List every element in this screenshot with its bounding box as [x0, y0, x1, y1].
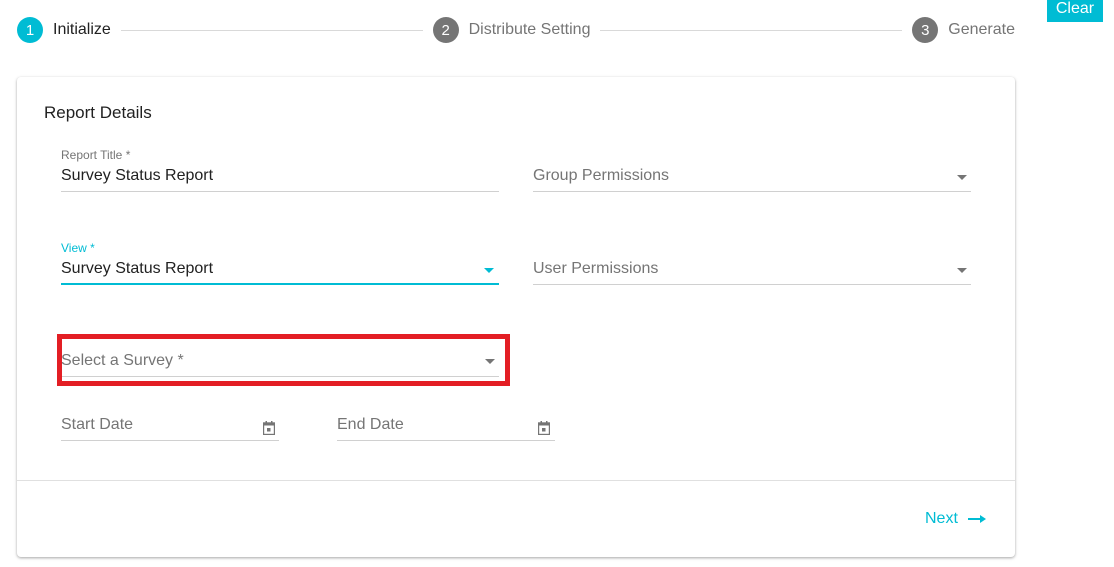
calendar-icon[interactable]: [263, 421, 275, 435]
report-title-field[interactable]: Report Title * Survey Status Report: [61, 148, 499, 192]
user-permissions-underline: [533, 284, 971, 285]
step-distribute-setting[interactable]: 2 Distribute Setting: [432, 17, 591, 43]
step-number: 1: [17, 17, 43, 43]
step-initialize[interactable]: 1 Initialize: [17, 17, 111, 43]
view-label: View *: [61, 241, 95, 255]
survey-select[interactable]: Select a Survey *: [61, 333, 499, 377]
group-permissions-select[interactable]: Group Permissions: [533, 148, 971, 192]
clear-button[interactable]: Clear: [1047, 0, 1103, 22]
report-title-label: Report Title *: [61, 148, 131, 162]
start-date-field[interactable]: Start Date: [61, 397, 279, 441]
next-label: Next: [925, 510, 958, 527]
next-button[interactable]: Next: [925, 509, 986, 529]
step-label: Generate: [948, 21, 1015, 38]
view-select[interactable]: View * Survey Status Report: [61, 241, 499, 286]
group-permissions-underline: [533, 191, 971, 192]
step-number: 2: [432, 17, 459, 43]
card-title: Report Details: [44, 103, 152, 122]
step-label: Distribute Setting: [468, 21, 591, 38]
end-date-underline: [337, 440, 555, 441]
view-underline: [61, 283, 499, 285]
end-date-placeholder: End Date: [337, 416, 404, 433]
start-date-placeholder: Start Date: [61, 416, 134, 433]
start-date-underline: [61, 440, 279, 441]
report-title-underline: [61, 191, 499, 192]
card-divider: [17, 480, 1015, 481]
chevron-down-icon[interactable]: [957, 175, 967, 180]
chevron-down-icon[interactable]: [484, 268, 494, 273]
step-connector: [120, 29, 423, 31]
end-date-field[interactable]: End Date: [337, 397, 555, 441]
survey-underline: [61, 376, 499, 377]
step-generate[interactable]: 3 Generate: [912, 17, 1015, 43]
group-permissions-placeholder: Group Permissions: [533, 167, 670, 184]
stepper: 1 Initialize 2 Distribute Setting 3 Gene…: [17, 16, 1015, 44]
chevron-down-icon[interactable]: [485, 359, 495, 364]
user-permissions-select[interactable]: User Permissions: [533, 241, 971, 285]
report-details-card: Report Details Report Title * Survey Sta…: [17, 77, 1015, 557]
view-value: Survey Status Report: [61, 260, 214, 277]
user-permissions-placeholder: User Permissions: [533, 260, 659, 277]
calendar-icon[interactable]: [538, 421, 550, 435]
step-connector: [600, 29, 903, 31]
chevron-down-icon[interactable]: [957, 268, 967, 273]
report-title-value[interactable]: Survey Status Report: [61, 167, 213, 185]
survey-placeholder: Select a Survey *: [61, 352, 184, 369]
step-number: 3: [912, 17, 939, 43]
arrow-right-icon: [967, 515, 986, 523]
step-label: Initialize: [53, 21, 111, 38]
